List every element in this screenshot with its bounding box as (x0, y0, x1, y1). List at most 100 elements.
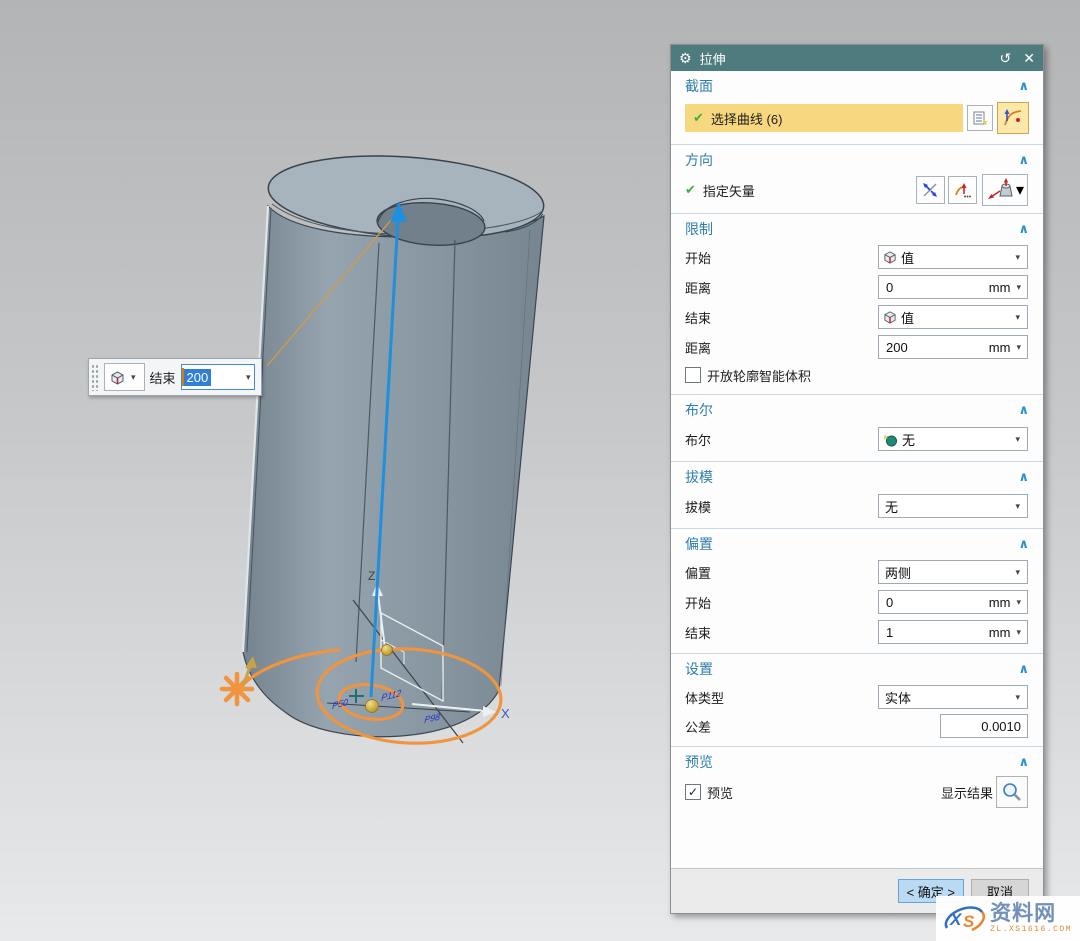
draft-label: 拔模 (685, 497, 711, 516)
face-normal-vector-button[interactable]: ▾ (982, 174, 1028, 206)
limit-mode-cube-button[interactable]: ▾ (104, 363, 145, 391)
start-label: 开始 (685, 248, 711, 267)
dialog-titlebar[interactable]: ⚙ 拉伸 ↺ ✕ (671, 45, 1043, 71)
direction-group: 方向 ∧ ✔ 指定矢量 (671, 145, 1043, 214)
draft-group: 拔模 ∧ 拔模 无 ▾ (671, 462, 1043, 529)
body-type-value: 实体 (885, 688, 911, 707)
chevron-down-icon[interactable]: ▾ (243, 372, 254, 383)
preview-header: 预览 (685, 752, 713, 772)
face-normal-icon (986, 178, 1016, 202)
collapse-chevron-icon[interactable]: ∧ (1018, 152, 1029, 168)
check-icon: ✔ (685, 182, 696, 198)
chevron-down-icon[interactable]: ▾ (1016, 180, 1024, 200)
chevron-down-icon: ▾ (1012, 692, 1023, 703)
section-header: 截面 (685, 76, 713, 96)
start-distance-input[interactable]: 0 mm ▾ (878, 275, 1028, 299)
chevron-down-icon: ▾ (1012, 312, 1023, 323)
end-distance-value: 200 (184, 369, 212, 386)
end-distance-input[interactable]: 200 ▾ (181, 364, 255, 390)
start-mode-value: 值 (901, 248, 914, 267)
boolean-label: 布尔 (685, 430, 711, 449)
offset-dropdown[interactable]: 两侧 ▾ (878, 560, 1028, 584)
offset-start-label: 开始 (685, 593, 711, 612)
draft-dropdown[interactable]: 无 ▾ (878, 494, 1028, 518)
body-type-label: 体类型 (685, 688, 724, 707)
value-cube-icon (883, 250, 897, 264)
boolean-header: 布尔 (685, 400, 713, 420)
sketch-section-button[interactable] (997, 102, 1029, 134)
magnifier-icon (1001, 781, 1023, 803)
offset-start-unit: mm (989, 595, 1011, 610)
limits-header: 限制 (685, 219, 713, 239)
specify-vector-label: 指定矢量 (703, 181, 755, 200)
two-arrows-icon (921, 181, 939, 199)
offset-start-field[interactable]: 0 mm ▾ (878, 590, 1028, 614)
select-curve-field[interactable]: ✔ 选择曲线 (6) (685, 104, 963, 132)
logo-x: X (949, 910, 963, 929)
start-mode-dropdown[interactable]: 值 ▾ (878, 245, 1028, 269)
end-distance-field[interactable]: 200 mm ▾ (878, 335, 1028, 359)
chevron-down-icon[interactable]: ▾ (1010, 282, 1023, 293)
section-curve-group: 截面 ∧ ✔ 选择曲线 (6) (671, 71, 1043, 145)
tolerance-label: 公差 (685, 717, 711, 736)
close-icon[interactable]: ✕ (1023, 51, 1035, 65)
settings-group: 设置 ∧ 体类型 实体 ▾ 公差 0.0010 (671, 654, 1043, 747)
start-distance-label: 距离 (685, 278, 711, 297)
collapse-chevron-icon[interactable]: ∧ (1018, 661, 1029, 677)
boolean-value: 无 (902, 430, 915, 449)
logo-s: S (963, 912, 975, 931)
settings-header: 设置 (685, 659, 713, 679)
select-curve-label: 选择曲线 (6) (711, 109, 783, 128)
chevron-down-icon: ▾ (1012, 434, 1023, 445)
chevron-down-icon: ▾ (128, 372, 139, 383)
collapse-chevron-icon[interactable]: ∧ (1018, 469, 1029, 485)
offset-label: 偏置 (685, 563, 711, 582)
extruded-cylinder-body[interactable] (243, 147, 546, 743)
value-cube-icon (110, 370, 125, 385)
gear-icon[interactable]: ⚙ (679, 51, 692, 65)
value-cube-icon (883, 310, 897, 324)
offset-end-value: 1 (886, 625, 893, 640)
xs-logo-icon: X S (942, 900, 986, 936)
collapse-chevron-icon[interactable]: ∧ (1018, 754, 1029, 770)
inferred-vector-button[interactable] (948, 176, 977, 204)
offset-end-field[interactable]: 1 mm ▾ (878, 620, 1028, 644)
chevron-down-icon[interactable]: ▾ (1010, 627, 1023, 638)
collapse-chevron-icon[interactable]: ∧ (1018, 221, 1029, 237)
preview-checkbox[interactable]: ✓ (685, 784, 701, 800)
vector-dialog-button[interactable] (916, 176, 945, 204)
dialog-title: 拉伸 (700, 49, 726, 68)
watermark-name: 资料网 (990, 903, 1072, 924)
origin-drag-handle-sphere[interactable] (366, 700, 379, 713)
end-distance-value: 200 (886, 340, 908, 355)
x-axis-label: X (501, 706, 510, 721)
curve-start-asterisk[interactable] (222, 674, 252, 704)
body-type-dropdown[interactable]: 实体 ▾ (878, 685, 1028, 709)
show-result-label: 显示结果 (941, 783, 993, 802)
chevron-down-icon[interactable]: ▾ (1010, 597, 1023, 608)
section-list-button[interactable] (967, 105, 993, 131)
collapse-chevron-icon[interactable]: ∧ (1018, 402, 1029, 418)
draft-header: 拔模 (685, 467, 713, 487)
collapse-chevron-icon[interactable]: ∧ (1018, 78, 1029, 94)
chevron-down-icon[interactable]: ▾ (1010, 342, 1023, 353)
tolerance-input[interactable]: 0.0010 (940, 714, 1028, 738)
collapse-chevron-icon[interactable]: ∧ (1018, 536, 1029, 552)
open-profile-checkbox[interactable] (685, 367, 701, 383)
chevron-down-icon: ▾ (1012, 501, 1023, 512)
toolbar-drag-grip[interactable] (91, 363, 99, 391)
show-result-button[interactable] (996, 776, 1028, 808)
end-distance-unit: mm (989, 340, 1011, 355)
offset-drag-handle-sphere[interactable] (382, 645, 393, 656)
open-profile-label: 开放轮廓智能体积 (707, 366, 811, 385)
boolean-dropdown[interactable]: 无 ▾ (878, 427, 1028, 451)
end-label: 结束 (685, 308, 711, 327)
draft-value: 无 (885, 497, 898, 516)
start-distance-unit: mm (989, 280, 1011, 295)
end-mode-dropdown[interactable]: 值 ▾ (878, 305, 1028, 329)
on-screen-input-toolbar[interactable]: ▾ 结束 200 ▾ (88, 358, 262, 396)
reset-icon[interactable]: ↺ (1000, 51, 1012, 65)
inferred-vector-icon (953, 181, 971, 199)
curve-list-icon (972, 110, 988, 126)
boolean-none-icon (883, 432, 898, 447)
